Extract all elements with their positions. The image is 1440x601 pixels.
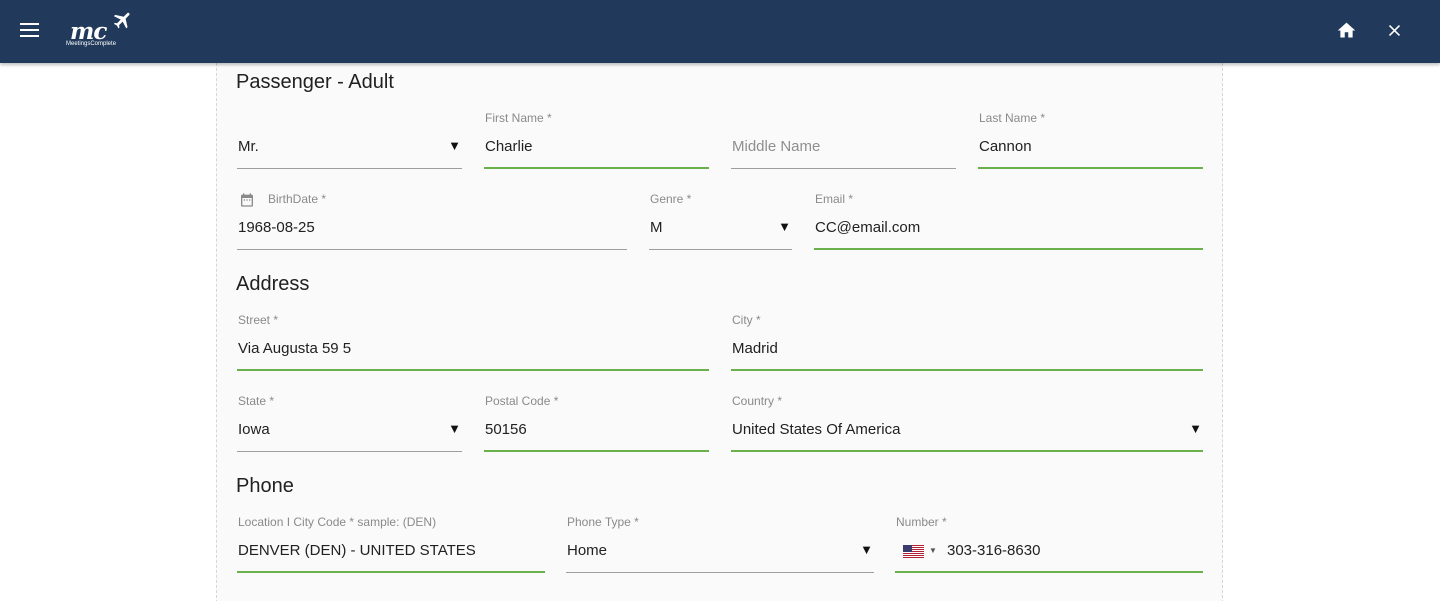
birthdate-label: BirthDate *	[268, 192, 327, 206]
location-city-code-field[interactable]: Location I City Code * sample: (DEN) DEN…	[237, 515, 545, 573]
middle-name-placeholder: Middle Name	[732, 138, 821, 155]
phone-type-select[interactable]: Phone Type * Home ▼	[566, 515, 874, 573]
home-icon[interactable]	[1336, 20, 1357, 41]
street-field[interactable]: Street * Via Augusta 59 5	[237, 313, 709, 371]
phone-type-label: Phone Type *	[567, 515, 639, 529]
salutation-select[interactable]: Mr. ▼	[237, 111, 462, 169]
country-dropdown-arrow-icon[interactable]: ▼	[929, 546, 937, 555]
genre-select[interactable]: Genre * M ▼	[649, 192, 792, 250]
hamburger-icon[interactable]	[20, 23, 39, 38]
last-name-label: Last Name *	[979, 111, 1046, 125]
postal-code-value: 50156	[485, 421, 527, 438]
section-title-passenger: Passenger - Adult	[236, 71, 394, 93]
phone-type-value: Home	[567, 542, 608, 559]
airplane-icon	[113, 12, 130, 29]
last-name-value: Cannon	[979, 138, 1032, 155]
phone-number-field[interactable]: Number * ▼ 303-316-8630	[895, 515, 1203, 573]
logo-subtext: MeetingsComplete	[66, 41, 117, 47]
calendar-icon[interactable]	[239, 192, 255, 208]
postal-code-field[interactable]: Postal Code * 50156	[484, 394, 709, 452]
country-select[interactable]: Country * United States Of America ▼	[731, 394, 1203, 452]
state-value: Iowa	[238, 421, 270, 438]
email-label: Email *	[815, 192, 854, 206]
country-label: Country *	[732, 394, 783, 408]
state-label: State *	[238, 394, 275, 408]
us-flag-icon[interactable]	[903, 545, 924, 558]
dropdown-arrow-icon: ▼	[778, 219, 791, 234]
middle-name-field[interactable]: Middle Name	[731, 111, 956, 169]
passenger-form-card: Passenger - Adult Mr. ▼ First Name * Cha…	[216, 63, 1223, 601]
city-value: Madrid	[732, 340, 778, 357]
salutation-value: Mr.	[238, 138, 259, 155]
street-label: Street *	[238, 313, 279, 327]
dropdown-arrow-icon: ▼	[860, 542, 873, 557]
close-icon[interactable]	[1385, 21, 1404, 40]
street-value: Via Augusta 59 5	[238, 340, 352, 357]
dropdown-arrow-icon: ▼	[448, 421, 461, 436]
first-name-field[interactable]: First Name * Charlie	[484, 111, 709, 169]
state-select[interactable]: State * Iowa ▼	[237, 394, 462, 452]
country-value: United States Of America	[732, 421, 901, 438]
last-name-field[interactable]: Last Name * Cannon	[978, 111, 1203, 169]
number-value: 303-316-8630	[947, 542, 1041, 559]
email-field[interactable]: Email * CC@email.com	[814, 192, 1203, 250]
city-label: City *	[732, 313, 761, 327]
email-value: CC@email.com	[815, 219, 921, 236]
first-name-label: First Name *	[485, 111, 552, 125]
birthdate-field[interactable]: BirthDate * 1968-08-25	[237, 192, 627, 250]
dropdown-arrow-icon: ▼	[1189, 421, 1202, 436]
number-label: Number *	[896, 515, 947, 529]
city-field[interactable]: City * Madrid	[731, 313, 1203, 371]
dropdown-arrow-icon: ▼	[448, 138, 461, 153]
first-name-value: Charlie	[485, 138, 533, 155]
section-title-address: Address	[236, 273, 310, 295]
app-logo[interactable]: mc MeetingsComplete	[64, 8, 136, 52]
location-value: DENVER (DEN) - UNITED STATES	[238, 542, 476, 559]
genre-value: M	[650, 219, 663, 236]
genre-label: Genre *	[650, 192, 692, 206]
app-header: mc MeetingsComplete	[0, 0, 1440, 63]
section-title-phone: Phone	[236, 475, 294, 497]
location-label: Location I City Code * sample: (DEN)	[238, 515, 437, 529]
birthdate-value: 1968-08-25	[238, 219, 315, 236]
postal-code-label: Postal Code *	[485, 394, 559, 408]
